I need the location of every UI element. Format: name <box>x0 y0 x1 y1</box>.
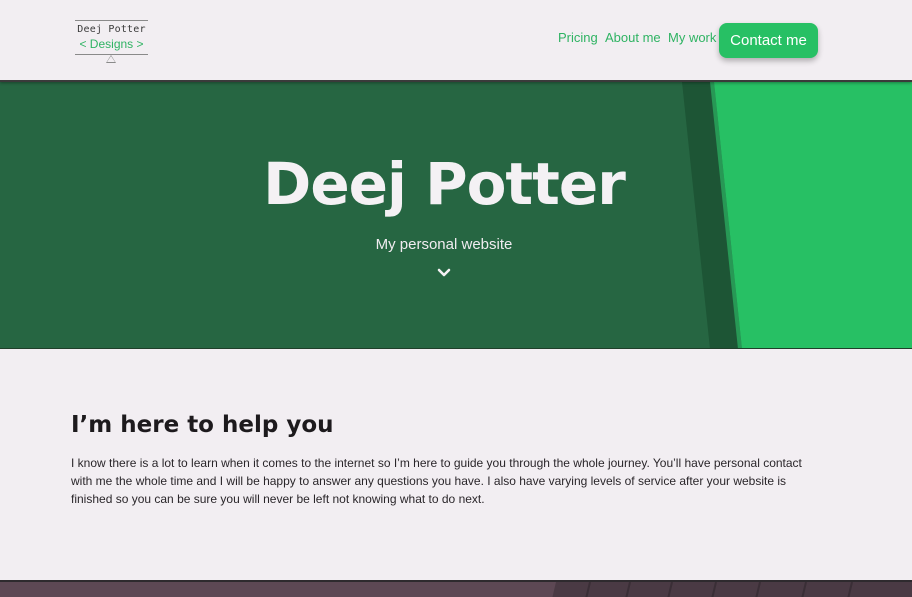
nav-link-my-work[interactable]: My work <box>668 30 716 45</box>
hero-section: Deej Potter My personal website <box>0 82 912 349</box>
band-pattern <box>552 582 912 597</box>
hero-subtitle: My personal website <box>375 236 513 253</box>
hero-title: Deej Potter <box>263 150 626 218</box>
site-logo[interactable]: Deej Potter < Designs > <box>75 20 148 66</box>
logo-line-1: Deej Potter <box>77 24 146 35</box>
nav-link-pricing[interactable]: Pricing <box>558 30 598 45</box>
contact-me-button[interactable]: Contact me <box>719 23 818 58</box>
chevron-down-icon[interactable] <box>437 268 451 278</box>
logo-line-2: < Designs > <box>79 37 144 51</box>
next-section-band <box>0 580 912 597</box>
nav-link-about-me[interactable]: About me <box>605 30 661 45</box>
logo-top-rule <box>75 20 148 21</box>
intro-heading: I’m here to help you <box>71 412 334 438</box>
site-header: Deej Potter < Designs > Pricing About me… <box>0 0 912 82</box>
logo-triangle-icon <box>106 55 116 63</box>
intro-paragraph: I know there is a lot to learn when it c… <box>71 456 802 506</box>
